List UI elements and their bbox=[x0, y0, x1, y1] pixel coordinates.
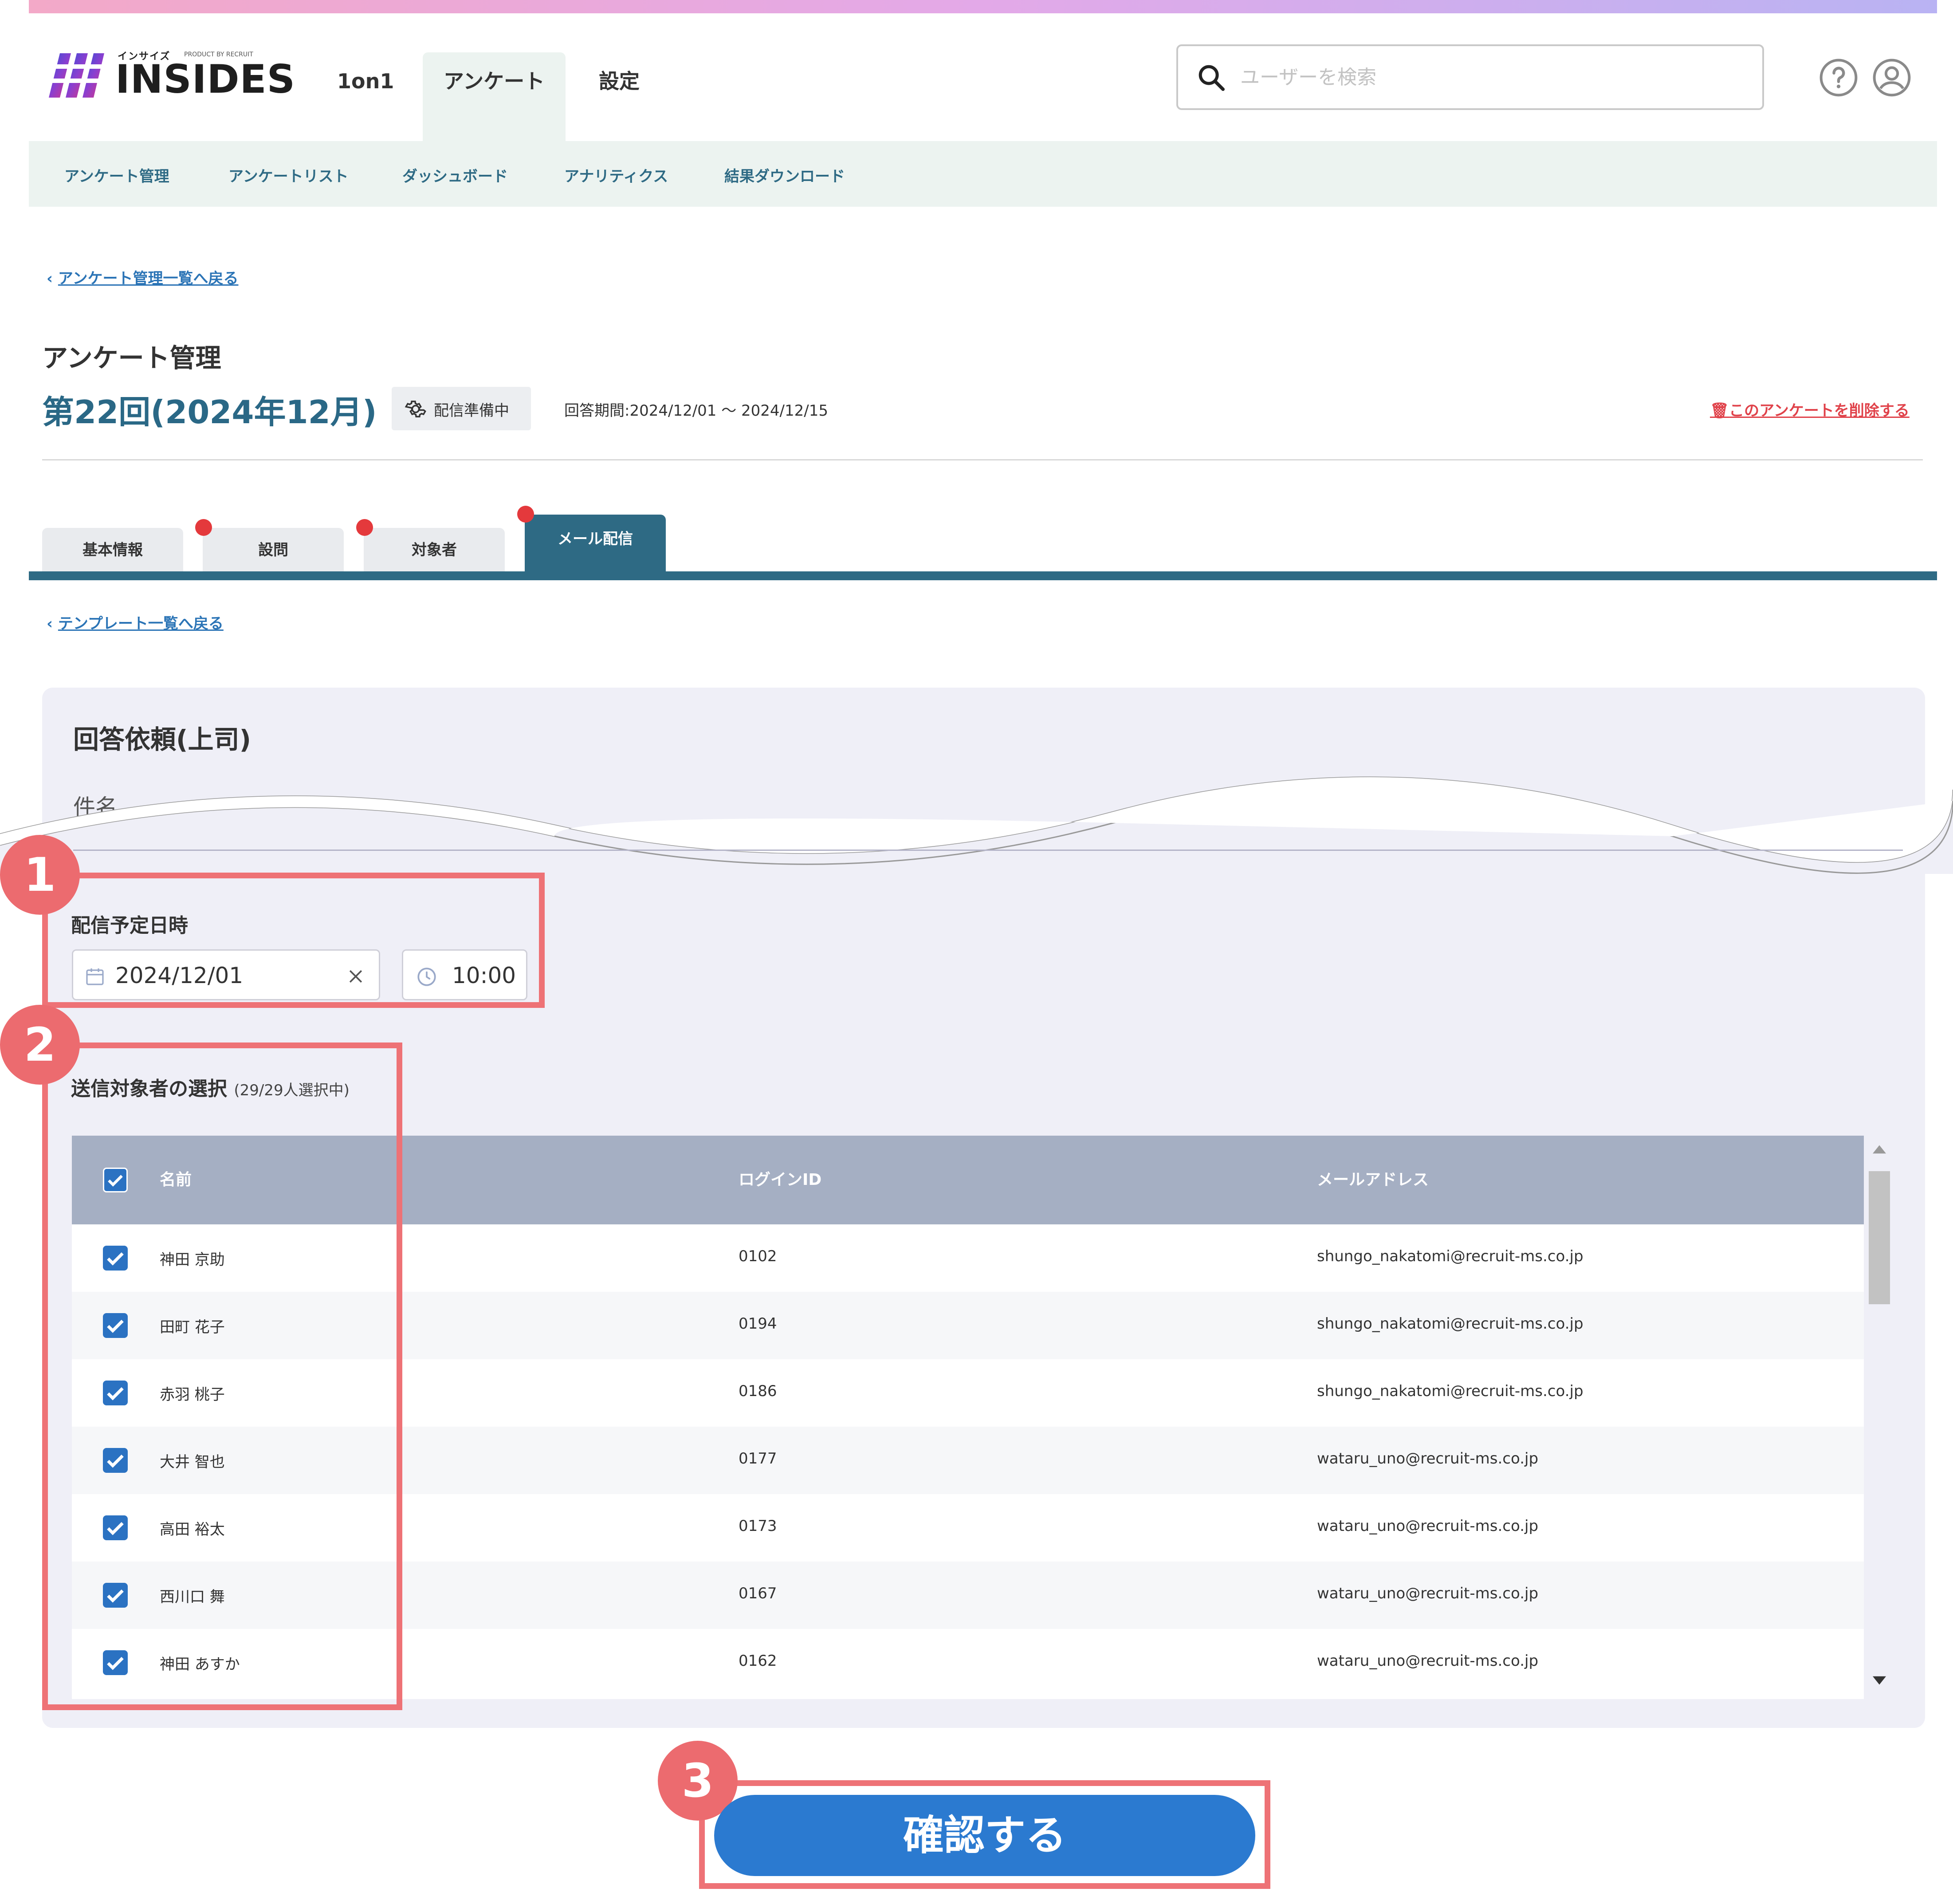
trash-icon: 🗑 bbox=[1710, 402, 1729, 420]
confirm-button[interactable]: 確認する bbox=[714, 1795, 1255, 1876]
row-login-id: 0162 bbox=[739, 1652, 777, 1670]
tab-underline bbox=[29, 571, 1937, 580]
scroll-up-icon[interactable] bbox=[1870, 1142, 1888, 1155]
delete-survey-link[interactable]: 🗑このアンケートを削除する bbox=[1710, 398, 1910, 420]
subnav-dashboard[interactable]: ダッシュボード bbox=[402, 164, 508, 186]
delete-survey-label: このアンケートを削除する bbox=[1729, 402, 1910, 420]
annotation-badge-2: 2 bbox=[0, 1005, 80, 1085]
row-email: wataru_uno@recruit-ms.co.jp bbox=[1317, 1517, 1539, 1535]
row-email: wataru_uno@recruit-ms.co.jp bbox=[1317, 1450, 1539, 1467]
status-badge: 配信準備中 bbox=[392, 387, 531, 430]
user-search-box[interactable] bbox=[1176, 44, 1764, 110]
nav-item-survey[interactable]: アンケート bbox=[444, 52, 545, 141]
row-login-id: 0167 bbox=[739, 1585, 777, 1602]
nav-item-1on1[interactable]: 1on1 bbox=[337, 52, 394, 141]
header-divider bbox=[42, 459, 1923, 460]
tab-mail-alert-dot bbox=[517, 506, 534, 523]
row-login-id: 0186 bbox=[739, 1382, 777, 1400]
header-login-id[interactable]: ログインID bbox=[739, 1167, 821, 1190]
tab-questions[interactable]: 設問 bbox=[203, 528, 344, 572]
row-login-id: 0173 bbox=[739, 1517, 777, 1535]
annotation-box-recipients bbox=[42, 1042, 402, 1710]
gear-icon bbox=[405, 401, 426, 417]
row-email: wataru_uno@recruit-ms.co.jp bbox=[1317, 1652, 1539, 1670]
subject-divider bbox=[73, 850, 1903, 851]
nav-item-settings[interactable]: 設定 bbox=[599, 52, 640, 141]
answer-period: 回答期間:2024/12/01 〜 2024/12/15 bbox=[564, 402, 828, 420]
row-email: wataru_uno@recruit-ms.co.jp bbox=[1317, 1585, 1539, 1602]
survey-name: 第22回(2024年12月) bbox=[42, 393, 377, 431]
scroll-thumb[interactable] bbox=[1869, 1171, 1890, 1304]
tab-targets[interactable]: 対象者 bbox=[364, 528, 505, 572]
tab-mail-delivery[interactable]: メール配信 bbox=[525, 515, 666, 572]
tab-basic-info[interactable]: 基本情報 bbox=[42, 528, 183, 572]
insides-logo[interactable]: インサイズ PRODUCT BY RECRUIT INSIDES bbox=[47, 47, 295, 104]
annotation-badge-1: 1 bbox=[0, 835, 80, 915]
back-to-template-list-link[interactable]: テンプレート一覧へ戻る bbox=[58, 615, 224, 633]
search-input[interactable] bbox=[1240, 59, 1728, 95]
template-breadcrumb[interactable]: ‹ テンプレート一覧へ戻る bbox=[47, 611, 224, 633]
account-icon[interactable] bbox=[1872, 58, 1912, 98]
scroll-down-icon[interactable] bbox=[1870, 1675, 1888, 1688]
tab-questions-alert-dot bbox=[195, 519, 212, 536]
logo-wordmark: INSIDES bbox=[115, 56, 296, 102]
row-email: shungo_nakatomi@recruit-ms.co.jp bbox=[1317, 1247, 1584, 1265]
chevron-left-icon: ‹ bbox=[47, 615, 58, 633]
annotation-box-schedule bbox=[42, 873, 545, 1008]
row-email: shungo_nakatomi@recruit-ms.co.jp bbox=[1317, 1382, 1584, 1400]
subnav-survey-list[interactable]: アンケートリスト bbox=[228, 164, 349, 186]
row-login-id: 0194 bbox=[739, 1315, 777, 1333]
logo-mark-icon bbox=[47, 53, 104, 98]
top-gradient-bar bbox=[29, 0, 1937, 13]
search-icon bbox=[1199, 65, 1225, 91]
status-text: 配信準備中 bbox=[434, 402, 509, 420]
row-email: shungo_nakatomi@recruit-ms.co.jp bbox=[1317, 1315, 1584, 1333]
table-scrollbar[interactable] bbox=[1865, 1136, 1892, 1699]
help-icon[interactable] bbox=[1819, 58, 1859, 98]
omission-wave bbox=[0, 776, 1953, 874]
chevron-left-icon: ‹ bbox=[47, 270, 58, 287]
back-to-survey-list-link[interactable]: アンケート管理一覧へ戻る bbox=[58, 270, 239, 287]
breadcrumb[interactable]: ‹ アンケート管理一覧へ戻る bbox=[47, 266, 239, 288]
page-title: アンケート管理 bbox=[42, 343, 221, 373]
subnav-survey-management[interactable]: アンケート管理 bbox=[64, 164, 169, 186]
header-email[interactable]: メールアドレス bbox=[1317, 1167, 1429, 1190]
row-login-id: 0102 bbox=[739, 1247, 777, 1265]
mail-section-title: 回答依頼(上司) bbox=[73, 724, 251, 755]
subnav-analytics[interactable]: アナリティクス bbox=[564, 164, 668, 186]
row-login-id: 0177 bbox=[739, 1450, 777, 1467]
tab-targets-alert-dot bbox=[356, 519, 373, 536]
subnav-result-download[interactable]: 結果ダウンロード bbox=[724, 164, 845, 186]
